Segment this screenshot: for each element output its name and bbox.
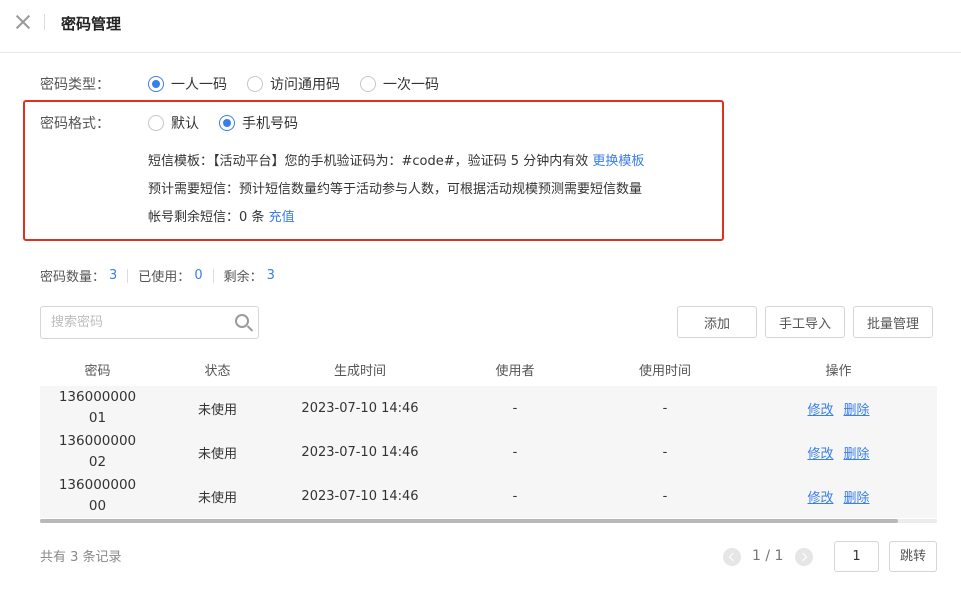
radio-label: 一人一码 xyxy=(171,77,227,93)
table-row: 13600000002 未使用 2023-07-10 14:46 - - 修改 … xyxy=(40,430,937,474)
edit-link[interactable]: 修改 xyxy=(807,487,833,506)
table-row: 13600000001 未使用 2023-07-10 14:46 - - 修改 … xyxy=(40,386,937,430)
created-time-cell: 2023-07-10 14:46 xyxy=(301,400,419,416)
remaining-value: 3 xyxy=(266,268,275,283)
header-actions: 操作 xyxy=(825,363,852,379)
radio-checked-icon xyxy=(219,115,235,131)
sms-estimate-line: 预计需要短信：预计短信数量约等于活动参与人数，可根据活动规模预测需要短信数量 xyxy=(148,178,642,197)
password-stats: 密码数量： 3 已使用： 0 剩余： 3 xyxy=(40,266,275,285)
radio-unchecked-icon xyxy=(247,76,263,92)
jump-button[interactable]: 跳转 xyxy=(889,541,937,572)
prev-page-icon[interactable] xyxy=(723,548,741,566)
user-cell: - xyxy=(512,488,518,504)
delete-link[interactable]: 删除 xyxy=(844,487,870,506)
change-template-link[interactable]: 更换模板 xyxy=(592,154,644,169)
header-password: 密码 xyxy=(84,363,111,379)
password-type-radio-group: 一人一码 访问通用码 一次一码 xyxy=(148,74,459,94)
close-icon[interactable] xyxy=(14,13,32,31)
edit-link[interactable]: 修改 xyxy=(807,399,833,418)
header-created-time: 生成时间 xyxy=(333,363,386,379)
used-time-cell: - xyxy=(662,488,668,504)
actions-cell: 修改 删除 xyxy=(740,487,937,506)
password-type-label: 密码类型： xyxy=(40,77,110,93)
radio-label: 访问通用码 xyxy=(270,77,340,93)
status-cell: 未使用 xyxy=(197,446,237,462)
table-row: 13600000000 未使用 2023-07-10 14:46 - - 修改 … xyxy=(40,474,937,518)
radio-label: 默认 xyxy=(171,116,199,132)
page-number-input[interactable]: 1 xyxy=(834,541,879,572)
user-cell: - xyxy=(512,400,518,416)
password-format-label: 密码格式： xyxy=(40,116,110,132)
radio-label: 一次一码 xyxy=(383,77,439,93)
sms-estimate-text: 预计短信数量约等于活动参与人数，可根据活动规模预测需要短信数量 xyxy=(239,182,643,197)
header-used-time: 使用时间 xyxy=(638,363,691,379)
total-records: 共有 3 条记录 xyxy=(40,550,122,565)
created-time-cell: 2023-07-10 14:46 xyxy=(301,488,419,504)
header-status: 状态 xyxy=(204,363,231,379)
table-body: 13600000001 未使用 2023-07-10 14:46 - - 修改 … xyxy=(40,386,937,518)
page-indicator: 1 / 1 xyxy=(752,548,784,564)
search-input[interactable] xyxy=(41,307,231,338)
sms-template-text: 【活动平台】您的手机验证码为：#code#，验证码 5 分钟内有效 xyxy=(213,154,589,169)
add-button[interactable]: 添加 xyxy=(677,306,757,338)
sms-template-line: 短信模板：【活动平台】您的手机验证码为：#code#，验证码 5 分钟内有效 更… xyxy=(148,150,644,169)
radio-checked-icon xyxy=(148,76,164,92)
dialog-header xyxy=(0,0,961,53)
radio-phone-number[interactable]: 手机号码 xyxy=(219,113,298,133)
created-time-cell: 2023-07-10 14:46 xyxy=(301,444,419,460)
table-header: 密码 状态 生成时间 使用者 使用时间 操作 xyxy=(40,352,937,386)
status-cell: 未使用 xyxy=(197,402,237,418)
sms-template-label: 短信模板： xyxy=(148,154,214,169)
actions-cell: 修改 删除 xyxy=(740,399,937,418)
radio-one-per-person[interactable]: 一人一码 xyxy=(148,74,227,94)
radio-default[interactable]: 默认 xyxy=(148,113,199,133)
delete-link[interactable]: 删除 xyxy=(844,399,870,418)
user-cell: - xyxy=(512,444,518,460)
horizontal-scrollbar-thumb[interactable] xyxy=(40,519,898,523)
used-time-cell: - xyxy=(662,400,668,416)
password-format-radio-group: 默认 手机号码 xyxy=(148,113,318,133)
stats-divider xyxy=(127,268,129,283)
search-icon[interactable] xyxy=(235,314,249,328)
edit-link[interactable]: 修改 xyxy=(807,443,833,462)
actions-cell: 修改 删除 xyxy=(740,443,937,462)
password-cell: 13600000002 xyxy=(58,433,137,470)
search-box xyxy=(40,306,259,339)
used-time-cell: - xyxy=(662,444,668,460)
radio-label: 手机号码 xyxy=(242,116,298,132)
recharge-link[interactable]: 充值 xyxy=(269,210,295,225)
password-cell: 13600000001 xyxy=(58,389,137,426)
dialog-title: 密码管理 xyxy=(61,15,122,33)
highlight-box xyxy=(23,100,724,241)
manual-import-button[interactable]: 手工导入 xyxy=(765,306,845,338)
count-value: 3 xyxy=(109,268,118,283)
radio-unchecked-icon xyxy=(360,76,376,92)
sms-estimate-label: 预计需要短信： xyxy=(148,182,240,197)
header-divider xyxy=(44,14,45,30)
status-cell: 未使用 xyxy=(197,490,237,506)
sms-remaining-value: 0 条 xyxy=(239,210,265,225)
header-user: 使用者 xyxy=(495,363,535,379)
radio-unchecked-icon xyxy=(148,115,164,131)
delete-link[interactable]: 删除 xyxy=(844,443,870,462)
radio-one-time-code[interactable]: 一次一码 xyxy=(360,74,439,94)
next-page-icon[interactable] xyxy=(795,548,813,566)
remaining-label: 剩余： xyxy=(223,270,263,285)
stats-divider xyxy=(212,268,214,283)
used-value: 0 xyxy=(194,268,203,283)
sms-remaining-label: 帐号剩余短信： xyxy=(148,210,240,225)
radio-shared-access-code[interactable]: 访问通用码 xyxy=(247,74,340,94)
batch-manage-button[interactable]: 批量管理 xyxy=(853,306,933,338)
count-label: 密码数量： xyxy=(40,270,106,285)
password-table: 密码 状态 生成时间 使用者 使用时间 操作 13600000001 未使用 2… xyxy=(40,352,937,518)
sms-remaining-line: 帐号剩余短信：0 条 充值 xyxy=(148,206,295,225)
used-label: 已使用： xyxy=(138,270,191,285)
password-cell: 13600000000 xyxy=(58,477,137,514)
